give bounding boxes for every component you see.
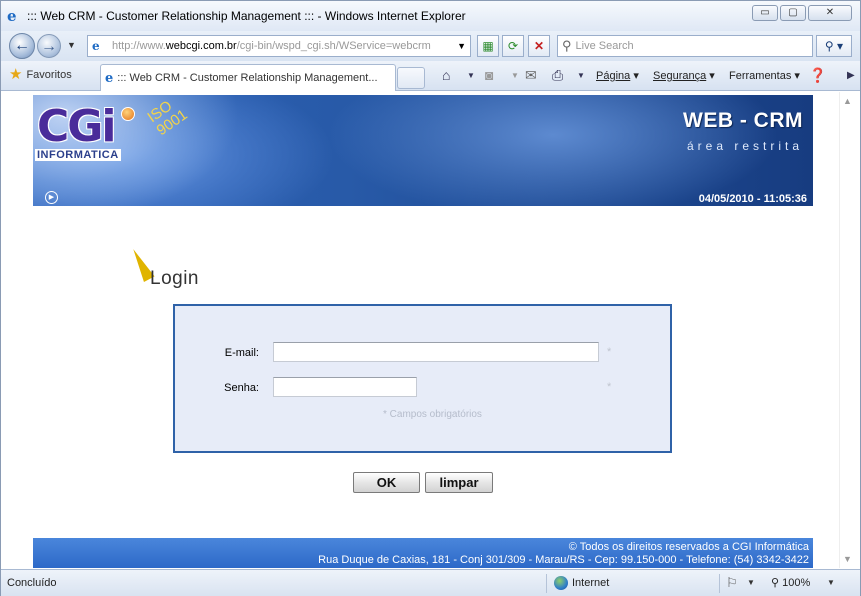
refresh-button[interactable]: ⟳ <box>502 35 524 57</box>
email-required-marker: * <box>607 346 612 358</box>
login-form: E-mail: * Senha: * * Campos obrigatórios <box>173 304 672 453</box>
help-icon[interactable]: ❓ <box>809 67 826 84</box>
password-field[interactable] <box>273 377 417 397</box>
zone-label: Internet <box>572 577 610 589</box>
close-button[interactable]: ✕ <box>808 5 852 21</box>
status-divider <box>546 574 547 593</box>
compatibility-view-button[interactable]: ▦ <box>477 35 499 57</box>
ie-logo-icon: e <box>7 7 17 25</box>
status-bar: Concluído Internet ⚐ ▼ ⚲ 100% ▼ <box>1 569 860 596</box>
rss-dropdown-icon[interactable]: ▼ <box>511 71 519 80</box>
tab-label: ::: Web CRM - Customer Relationship Mana… <box>117 72 378 84</box>
clear-button[interactable]: limpar <box>425 472 493 493</box>
footer-copyright: © Todos os direitos reservados a CGI Inf… <box>568 541 809 553</box>
search-button[interactable]: ⚲ ▾ <box>816 35 852 57</box>
restricted-area-label: área restrita <box>686 139 803 153</box>
print-dropdown-icon[interactable]: ▼ <box>577 71 585 80</box>
security-zone[interactable]: Internet <box>554 576 609 590</box>
logo-dot-icon <box>121 107 135 121</box>
mail-icon[interactable]: ✉ <box>525 67 537 84</box>
home-icon[interactable]: ⌂ <box>442 67 450 83</box>
favorites-label: Favoritos <box>26 69 72 81</box>
url-text[interactable]: http://www.webcgi.com.br/cgi-bin/wspd_cg… <box>112 40 431 52</box>
scroll-down-icon[interactable]: ▼ <box>843 554 852 564</box>
status-text: Concluído <box>7 577 57 589</box>
globe-icon <box>554 576 568 590</box>
live-search-icon: ⚲ <box>562 38 572 53</box>
home-dropdown-icon[interactable]: ▼ <box>467 71 475 80</box>
star-icon: ★ <box>9 66 23 83</box>
tab-page-icon: e <box>105 70 114 86</box>
stop-button[interactable]: ✕ <box>528 35 550 57</box>
scroll-up-icon[interactable]: ▲ <box>843 96 852 106</box>
maximize-button[interactable]: ▢ <box>780 5 806 21</box>
menu-seguranca[interactable]: Segurança ▾ <box>653 69 715 82</box>
search-input[interactable]: ⚲ Live Search <box>557 35 813 57</box>
ok-button[interactable]: OK <box>353 472 420 493</box>
address-toolbar: ← → ▼ e http://www.webcgi.com.br/cgi-bin… <box>1 31 860 61</box>
page-icon: e <box>92 39 100 53</box>
minimize-button[interactable]: ▭ <box>752 5 778 21</box>
zoom-level[interactable]: ⚲ 100% <box>771 576 810 589</box>
favorites-button[interactable]: ★ Favoritos <box>9 66 72 83</box>
product-title: WEB - CRM <box>683 109 803 132</box>
zoom-dropdown-icon[interactable]: ▼ <box>827 578 835 587</box>
banner-datetime: 04/05/2010 - 11:05:36 <box>698 193 807 205</box>
browser-window: e ::: Web CRM - Customer Relationship Ma… <box>0 0 861 596</box>
tab-web-crm[interactable]: e ::: Web CRM - Customer Relationship Ma… <box>100 64 396 91</box>
password-label: Senha: <box>224 382 259 394</box>
menu-ferramentas[interactable]: Ferramentas ▾ <box>729 69 800 82</box>
command-bar: ★ Favoritos e ::: Web CRM - Customer Rel… <box>1 61 860 91</box>
required-fields-note: * Campos obrigatórios <box>383 409 482 420</box>
window-controls: ▭ ▢ ✕ <box>752 5 852 21</box>
print-icon[interactable]: ⎙ <box>552 67 563 84</box>
search-placeholder: Live Search <box>575 40 634 52</box>
email-field[interactable] <box>273 342 599 362</box>
cgi-logo: CGi <box>37 101 116 152</box>
email-label: E-mail: <box>224 347 259 359</box>
protected-mode-icon[interactable]: ⚐ <box>726 575 738 591</box>
status-divider <box>719 574 720 593</box>
vertical-scrollbar[interactable]: ▲ ▼ <box>839 92 856 568</box>
page-footer: © Todos os direitos reservados a CGI Inf… <box>33 538 813 568</box>
rss-feed-icon[interactable]: ◙ <box>485 67 493 83</box>
title-bar: e ::: Web CRM - Customer Relationship Ma… <box>1 1 860 31</box>
footer-address: Rua Duque de Caxias, 181 - Conj 301/309 … <box>318 554 809 566</box>
recent-pages-chevron-icon[interactable]: ▼ <box>67 40 76 50</box>
page-viewport: CGi INFORMATICA ISO 9001 WEB - CRM área … <box>6 92 839 568</box>
protected-mode-dropdown-icon[interactable]: ▼ <box>747 578 755 587</box>
back-button[interactable]: ← <box>9 33 35 59</box>
page-banner: CGi INFORMATICA ISO 9001 WEB - CRM área … <box>33 95 813 206</box>
password-required-marker: * <box>607 381 612 393</box>
play-icon[interactable]: ▶ <box>45 191 58 204</box>
forward-button[interactable]: → <box>37 34 61 58</box>
address-dropdown-icon[interactable]: ▼ <box>457 41 466 51</box>
logo-subtitle: INFORMATICA <box>35 149 121 161</box>
window-title: ::: Web CRM - Customer Relationship Mana… <box>27 9 466 23</box>
new-tab-button[interactable] <box>397 67 425 89</box>
address-input[interactable]: e http://www.webcgi.com.br/cgi-bin/wspd_… <box>87 35 471 57</box>
login-title: Login <box>150 268 199 289</box>
more-chevron-icon[interactable]: ▶ <box>847 70 855 81</box>
menu-pagina[interactable]: Página ▾ <box>596 69 639 82</box>
